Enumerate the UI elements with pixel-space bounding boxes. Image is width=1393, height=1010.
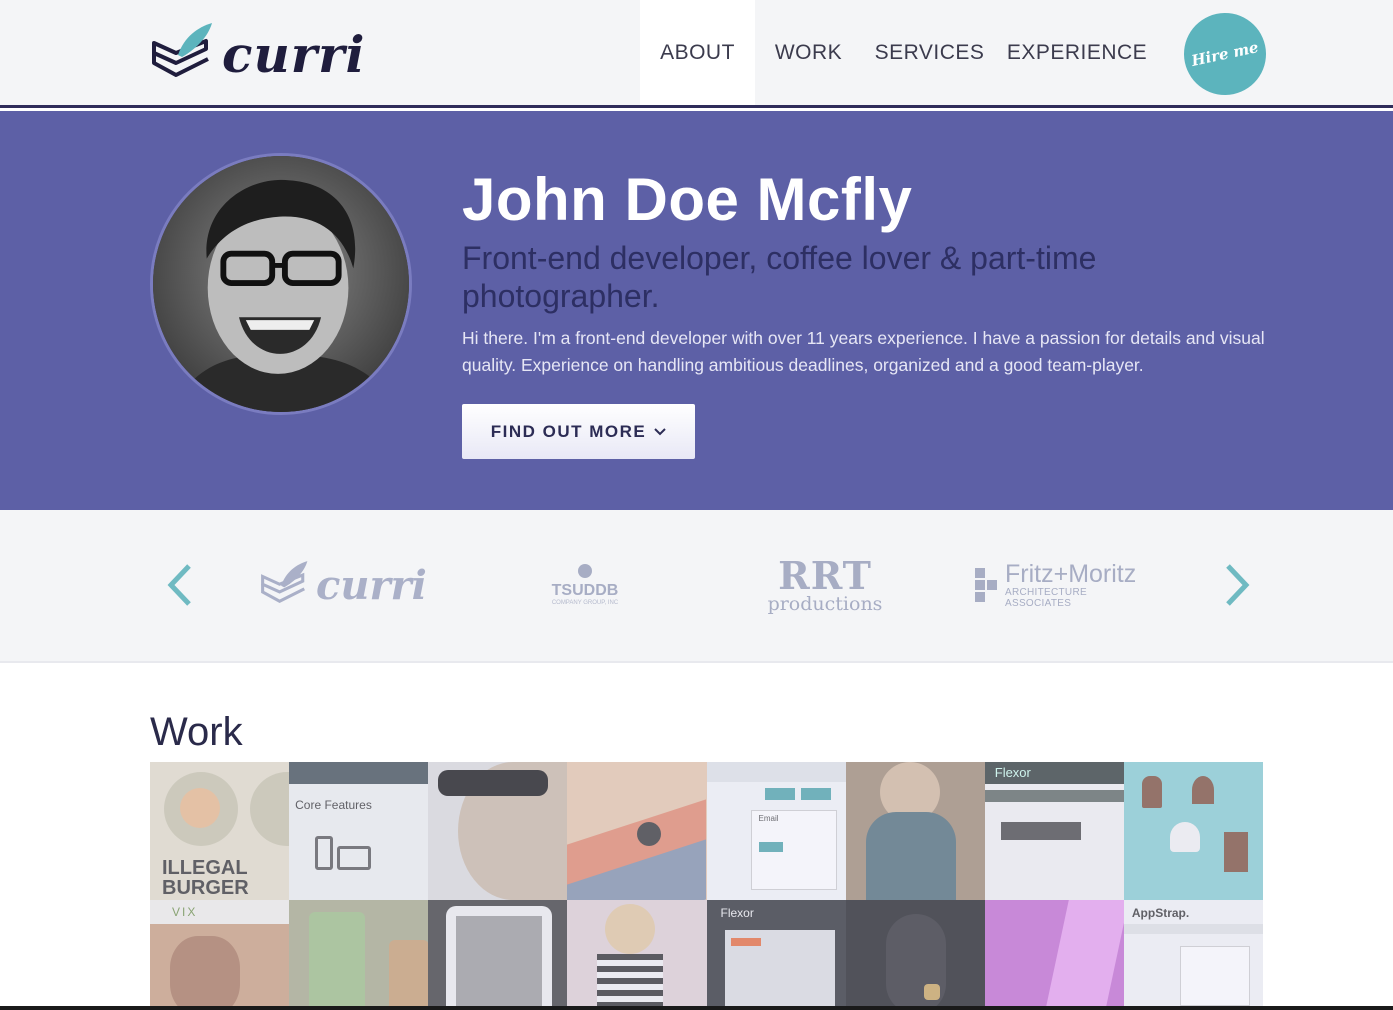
work-tile-appstrap[interactable]: AppStrap. xyxy=(1123,900,1263,1010)
work-tile-core-features[interactable]: Core Features xyxy=(289,762,429,900)
hire-me-button[interactable]: Hire me xyxy=(1176,5,1274,103)
site-header: curri ABOUT WORK SERVICES EXPERIENCE Hir… xyxy=(0,0,1393,108)
work-tile-illegal-burger[interactable]: ILLEGAL BURGER xyxy=(150,762,290,900)
client-name: TSUDDB xyxy=(551,582,619,599)
main-nav: ABOUT WORK SERVICES EXPERIENCE xyxy=(640,0,1157,108)
nav-item-about[interactable]: ABOUT xyxy=(640,0,755,105)
work-tile-flexor-dark[interactable]: Flexor xyxy=(706,900,846,1010)
work-tile-sunglasses[interactable] xyxy=(428,762,568,900)
site-logo[interactable]: curri xyxy=(148,18,378,90)
tile-caption: Flexor xyxy=(994,765,1031,780)
work-tile-tablet[interactable] xyxy=(428,900,568,1010)
work-tile-fashion[interactable] xyxy=(567,900,707,1010)
hero-description: Hi there. I'm a front-end developer with… xyxy=(462,328,1265,375)
nav-item-work[interactable]: WORK xyxy=(755,0,862,105)
quill-book-icon xyxy=(152,23,212,77)
tile-caption: Flexor xyxy=(720,906,754,920)
client-logo-fritz-moritz: Fritz+Moritz ARCHITECTURE ASSOCIATES xyxy=(975,550,1155,620)
work-tile-dark-object[interactable] xyxy=(845,900,985,1010)
chevron-left-icon[interactable] xyxy=(165,562,195,608)
tile-caption: Email xyxy=(758,814,779,823)
client-name: curri xyxy=(316,561,427,609)
work-section-title: Work xyxy=(150,710,243,754)
logo-mark-icon xyxy=(578,564,592,578)
hero-section: John Doe Mcfly Front-end developer, coff… xyxy=(0,111,1393,510)
client-subtitle: productions xyxy=(767,592,883,615)
client-name: RRT xyxy=(778,552,872,598)
tile-caption: Core Features xyxy=(295,798,372,812)
quill-book-icon xyxy=(261,561,308,603)
hero-name: John Doe Mcfly xyxy=(462,166,913,233)
client-subtitle: COMPANY GROUP, INC xyxy=(551,600,619,606)
squares-icon xyxy=(975,568,997,602)
chevron-right-icon[interactable] xyxy=(1222,562,1252,608)
client-logo-curri: curri xyxy=(258,550,438,620)
clients-carousel: curri TSUDDB COMPANY GROUP, INC RRT prod… xyxy=(0,510,1393,663)
chevron-down-icon xyxy=(654,424,666,439)
work-tile-workshop[interactable] xyxy=(845,762,985,900)
client-name: Fritz+Moritz xyxy=(1005,560,1137,588)
hero-tagline: Front-end developer, coffee lover & part… xyxy=(462,240,1097,314)
work-tile-stationery[interactable] xyxy=(567,762,707,900)
work-grid: ILLEGAL BURGER Core Features Email Flexo… xyxy=(150,762,1263,1010)
client-logo-rrt: RRT productions xyxy=(767,550,883,620)
logo-wordmark: curri xyxy=(222,24,366,84)
work-tile-furniture[interactable] xyxy=(1123,762,1263,900)
work-tile-cups[interactable] xyxy=(289,900,429,1010)
avatar xyxy=(150,153,412,415)
work-tile-vix[interactable]: VIX xyxy=(150,900,290,1010)
nav-item-services[interactable]: SERVICES xyxy=(862,0,997,105)
tile-caption: ILLEGAL BURGER xyxy=(162,857,249,899)
profile-photo xyxy=(153,156,409,412)
work-tile-purple[interactable] xyxy=(984,900,1124,1010)
tile-caption: VIX xyxy=(172,905,198,919)
client-logo-tsuddb: TSUDDB COMPANY GROUP, INC xyxy=(540,550,630,620)
work-tile-flexor[interactable]: Flexor xyxy=(984,762,1124,900)
tile-caption: AppStrap. xyxy=(1131,906,1190,920)
find-out-more-button[interactable]: FIND OUT MORE xyxy=(462,404,695,459)
nav-item-experience[interactable]: EXPERIENCE xyxy=(997,0,1157,105)
work-tile-login[interactable]: Email xyxy=(706,762,846,900)
find-out-more-label: FIND OUT MORE xyxy=(490,421,647,441)
window-bottom-edge xyxy=(0,1006,1393,1010)
client-subtitle: ARCHITECTURE ASSOCIATES xyxy=(1005,587,1087,609)
